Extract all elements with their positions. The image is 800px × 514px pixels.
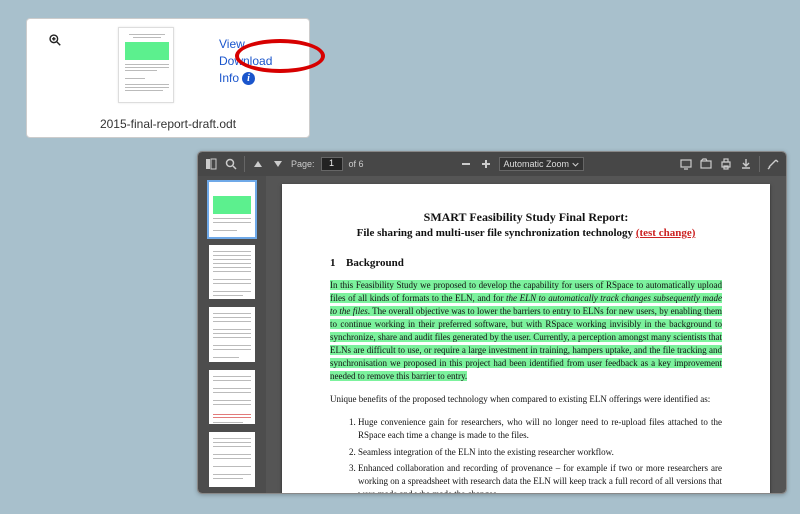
find-icon[interactable] [224, 157, 238, 171]
page-thumbnail[interactable] [209, 432, 255, 487]
download-link[interactable]: Download [219, 54, 299, 68]
list-item: Huge convenience gain for researchers, w… [358, 416, 722, 442]
tracked-change: (test change) [636, 227, 696, 239]
page-thumbnail[interactable] [209, 370, 255, 425]
page-thumbnail[interactable] [209, 307, 255, 362]
file-card: View Download Info i 2015-final-report-d… [26, 18, 310, 138]
section-heading: 1Background [330, 257, 722, 269]
info-link[interactable]: Info [219, 71, 239, 85]
page-up-icon[interactable] [251, 157, 265, 171]
page-down-icon[interactable] [271, 157, 285, 171]
zoom-select-label: Automatic Zoom [504, 159, 570, 169]
page-number-input[interactable]: 1 [321, 157, 343, 171]
page-total-label: of 6 [349, 159, 364, 169]
magnify-plus-icon[interactable] [48, 33, 62, 47]
open-file-icon[interactable] [699, 157, 713, 171]
file-name-label: 2015-final-report-draft.odt [37, 117, 299, 131]
thumbnail-panel[interactable] [198, 176, 266, 493]
list-item: Seamless integration of the ELN into the… [358, 446, 722, 459]
download-icon[interactable] [739, 157, 753, 171]
doc-subtitle: File sharing and multi-user file synchro… [330, 227, 722, 239]
doc-title: SMART Feasibility Study Final Report: [330, 210, 722, 225]
print-icon[interactable] [719, 157, 733, 171]
file-actions: View Download Info i [219, 27, 299, 85]
chevron-down-icon [572, 161, 579, 168]
page-thumbnail[interactable] [209, 182, 255, 237]
document-page: SMART Feasibility Study Final Report: Fi… [282, 184, 770, 493]
page-thumbnail[interactable] [209, 245, 255, 300]
presentation-icon[interactable] [679, 157, 693, 171]
sidebar-toggle-icon[interactable] [204, 157, 218, 171]
zoom-out-icon[interactable] [459, 157, 473, 171]
document-area[interactable]: SMART Feasibility Study Final Report: Fi… [266, 176, 786, 493]
file-thumbnail[interactable] [118, 27, 174, 103]
page-label: Page: [291, 159, 315, 169]
viewer-toolbar: Page: 1 of 6 Automatic Zoom [198, 152, 786, 176]
document-viewer: Page: 1 of 6 Automatic Zoom [197, 151, 787, 494]
view-link[interactable]: View [219, 37, 299, 51]
list-item: Enhanced collaboration and recording of … [358, 462, 722, 493]
zoom-in-icon[interactable] [479, 157, 493, 171]
numbered-list: Huge convenience gain for researchers, w… [330, 416, 722, 493]
para-highlighted: In this Feasibility Study we proposed to… [330, 279, 722, 383]
zoom-select[interactable]: Automatic Zoom [499, 157, 585, 171]
para: Unique benefits of the proposed technolo… [330, 393, 722, 406]
tools-icon[interactable] [766, 157, 780, 171]
info-icon[interactable]: i [242, 72, 255, 85]
